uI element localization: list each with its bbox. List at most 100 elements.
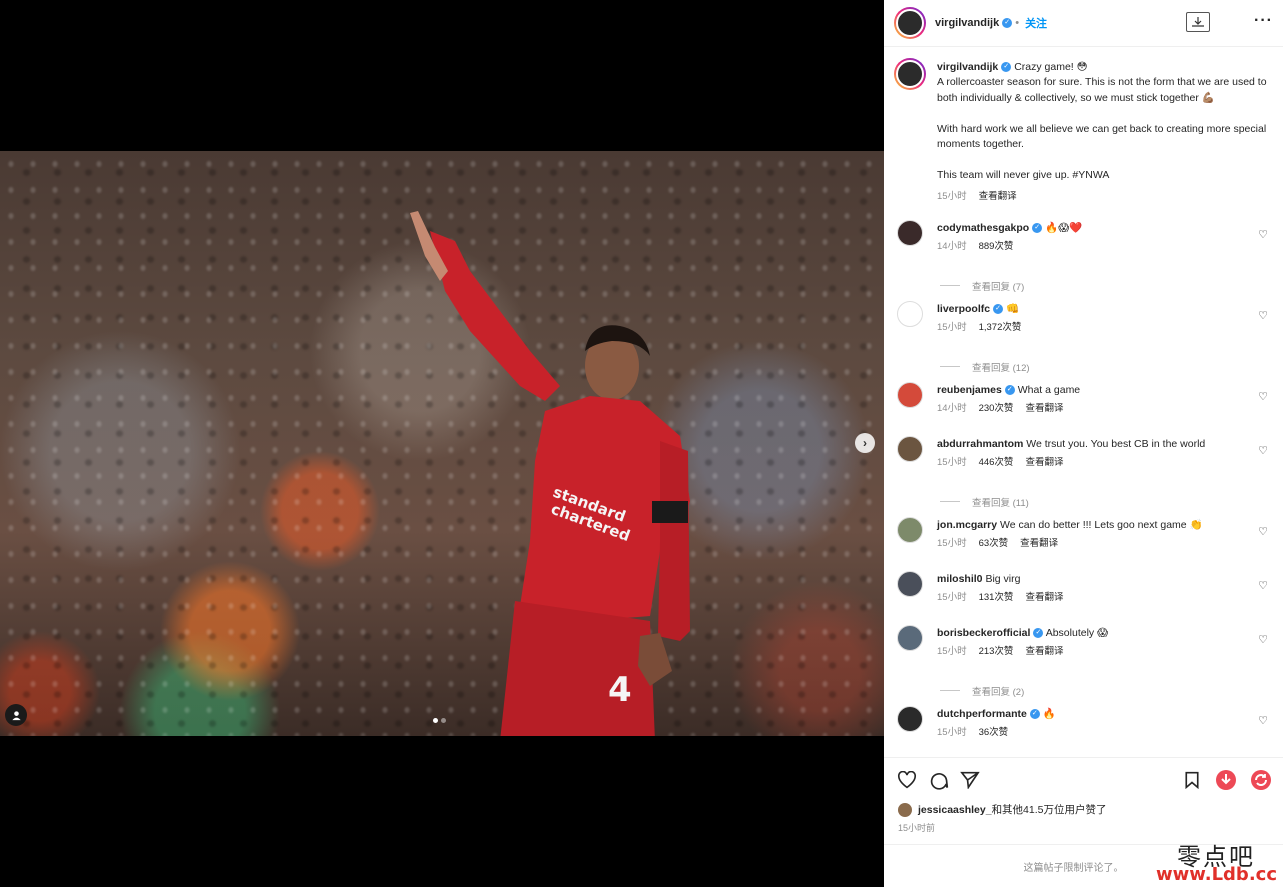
carousel-next-button[interactable]: › bbox=[855, 433, 875, 453]
user-icon bbox=[11, 710, 21, 720]
comment-like-icon[interactable]: ♡ bbox=[1258, 228, 1268, 241]
caption-title: Crazy game! 😳 bbox=[1014, 61, 1088, 73]
replies-divider bbox=[940, 501, 960, 503]
author-avatar[interactable] bbox=[894, 7, 926, 39]
svg-text:4: 4 bbox=[608, 670, 632, 710]
post-side-panel: virgilvandijk ✓ • 关注 ··· virgilvandijk ✓ … bbox=[884, 0, 1283, 887]
commenter-username[interactable]: miloshil0 bbox=[937, 573, 983, 585]
comment-like-icon[interactable]: ♡ bbox=[1258, 525, 1268, 538]
instagram-post-viewer: 4 standard chartered › virgilvandijk ✓ •… bbox=[0, 0, 1283, 887]
likes-text[interactable]: 和其他41.5万位用户赞了 bbox=[992, 802, 1107, 817]
comment-item: reubenjames ✓ What a game 14小时 230次赞 查看翻译 ♡ bbox=[884, 380, 1283, 434]
comment-like-icon[interactable]: ♡ bbox=[1258, 633, 1268, 646]
comment-time: 15小时 bbox=[937, 322, 967, 334]
commenter-username[interactable]: dutchperformante bbox=[937, 708, 1027, 720]
author-avatar[interactable] bbox=[894, 58, 926, 90]
translate-link[interactable]: 查看翻译 bbox=[1025, 454, 1063, 468]
comment-likes[interactable]: 889次赞 bbox=[979, 238, 1014, 252]
comment-likes[interactable]: 213次赞 bbox=[979, 643, 1014, 657]
commenter-avatar[interactable] bbox=[897, 625, 923, 652]
author-username[interactable]: virgilvandijk bbox=[935, 17, 999, 29]
translate-link[interactable]: 查看翻译 bbox=[1020, 535, 1058, 549]
caption-meta: 15小时 查看翻译 bbox=[937, 188, 1273, 202]
comment-likes[interactable]: 1,372次赞 bbox=[979, 319, 1022, 333]
tagged-users-button[interactable] bbox=[5, 704, 27, 726]
translate-link[interactable]: 查看翻译 bbox=[1025, 589, 1063, 603]
comment-text: 🔥😱❤️ bbox=[1045, 222, 1083, 235]
comment-time: 14小时 bbox=[937, 241, 967, 253]
comment-item: liverpoolfc ✓ 👊 15小时 1,372次赞 ♡ bbox=[884, 299, 1283, 353]
commenter-avatar[interactable] bbox=[897, 517, 923, 544]
commenter-avatar[interactable] bbox=[897, 436, 923, 463]
comment-time: 14小时 bbox=[937, 403, 967, 415]
download-button[interactable] bbox=[1186, 12, 1210, 32]
comment-time: 15小时 bbox=[937, 538, 967, 550]
translate-link[interactable]: 查看翻译 bbox=[1025, 643, 1063, 657]
liker-avatar[interactable] bbox=[898, 802, 912, 817]
commenter-avatar[interactable] bbox=[897, 571, 923, 598]
comment-line: borisbeckerofficial ✓ Absolutely 😱 bbox=[937, 623, 1283, 640]
post-photo[interactable]: 4 standard chartered bbox=[0, 151, 884, 736]
commenter-username[interactable]: codymathesgakpo bbox=[937, 222, 1029, 234]
comment-likes[interactable]: 230次赞 bbox=[979, 400, 1014, 414]
more-options-icon[interactable]: ··· bbox=[1254, 12, 1273, 30]
like-button[interactable] bbox=[896, 769, 918, 791]
comment-text: 🔥 bbox=[1042, 708, 1056, 721]
comment-like-icon[interactable]: ♡ bbox=[1258, 390, 1268, 403]
comment-text: What a game bbox=[1017, 384, 1081, 397]
commenter-username[interactable]: borisbeckerofficial bbox=[937, 627, 1030, 639]
comment-like-icon[interactable]: ♡ bbox=[1258, 714, 1268, 727]
comment-item: abdurrahmantom We trsut you. You best CB… bbox=[884, 434, 1283, 488]
comment-likes[interactable]: 131次赞 bbox=[979, 589, 1014, 603]
comment-item: dutchperformante ✓ 🔥 15小时 36次赞 ♡ bbox=[884, 704, 1283, 756]
comments-list[interactable]: virgilvandijk ✓ Crazy game! 😳 A rollercoa… bbox=[884, 48, 1283, 756]
download-circle-icon bbox=[1216, 770, 1236, 790]
commenter-username[interactable]: reubenjames bbox=[937, 384, 1002, 396]
view-replies-button[interactable]: 查看回复 (12) bbox=[884, 353, 1283, 380]
repost-extension-button[interactable] bbox=[1250, 769, 1272, 791]
replies-label: 查看回复 (11) bbox=[972, 497, 1029, 509]
comment-time: 15小时 bbox=[937, 592, 967, 604]
caption-text: virgilvandijk ✓ Crazy game! 😳 A rollercoa… bbox=[937, 60, 1273, 183]
commenter-avatar[interactable] bbox=[897, 706, 923, 733]
comment-likes[interactable]: 446次赞 bbox=[979, 454, 1014, 468]
heart-icon bbox=[897, 771, 917, 789]
comment-likes[interactable]: 36次赞 bbox=[979, 724, 1009, 738]
caption-body: A rollercoaster season for sure. This is… bbox=[937, 76, 1267, 181]
comment-text: Big virg bbox=[985, 573, 1021, 586]
comment-meta: 15小时 1,372次赞 bbox=[937, 319, 1283, 333]
share-button[interactable] bbox=[959, 769, 981, 791]
commenter-username[interactable]: liverpoolfc bbox=[937, 303, 990, 315]
bookmark-icon bbox=[1185, 771, 1199, 789]
translate-link[interactable]: 查看翻译 bbox=[979, 188, 1017, 202]
comment-item: miloshil0 Big virg 15小时 131次赞 查看翻译 ♡ bbox=[884, 569, 1283, 623]
download-extension-button[interactable] bbox=[1215, 769, 1237, 791]
comment-meta: 15小时 36次赞 bbox=[937, 724, 1283, 738]
translate-link[interactable]: 查看翻译 bbox=[1025, 400, 1063, 414]
comment-item: codymathesgakpo ✓ 🔥😱❤️ 14小时 889次赞 ♡ bbox=[884, 218, 1283, 272]
post-header: virgilvandijk ✓ • 关注 ··· bbox=[884, 0, 1283, 47]
comment-button[interactable] bbox=[928, 769, 950, 791]
view-replies-button[interactable]: 查看回复 (11) bbox=[884, 488, 1283, 515]
view-replies-button[interactable]: 查看回复 (2) bbox=[884, 677, 1283, 704]
comment-time: 15小时 bbox=[937, 646, 967, 658]
comment-meta: 15小时 213次赞 查看翻译 bbox=[937, 643, 1283, 657]
commenter-avatar[interactable] bbox=[897, 301, 923, 328]
replies-divider bbox=[940, 285, 960, 287]
follow-button[interactable]: 关注 bbox=[1025, 15, 1047, 31]
save-button[interactable] bbox=[1181, 769, 1203, 791]
commenter-avatar[interactable] bbox=[897, 220, 923, 247]
commenter-avatar[interactable] bbox=[897, 382, 923, 409]
comment-likes[interactable]: 63次赞 bbox=[979, 535, 1009, 549]
comment-icon bbox=[930, 773, 949, 790]
comment-like-icon[interactable]: ♡ bbox=[1258, 579, 1268, 592]
post-media-pane: 4 standard chartered › bbox=[0, 0, 884, 887]
commenter-username[interactable]: abdurrahmantom bbox=[937, 438, 1023, 450]
view-replies-button[interactable]: 查看回复 (7) bbox=[884, 272, 1283, 299]
comment-like-icon[interactable]: ♡ bbox=[1258, 444, 1268, 457]
liker-username[interactable]: jessicaashley_ bbox=[918, 804, 992, 816]
comment-time: 15小时 bbox=[937, 727, 967, 739]
comment-like-icon[interactable]: ♡ bbox=[1258, 309, 1268, 322]
caption-username: virgilvandijk bbox=[937, 61, 999, 73]
commenter-username[interactable]: jon.mcgarry bbox=[937, 519, 997, 531]
